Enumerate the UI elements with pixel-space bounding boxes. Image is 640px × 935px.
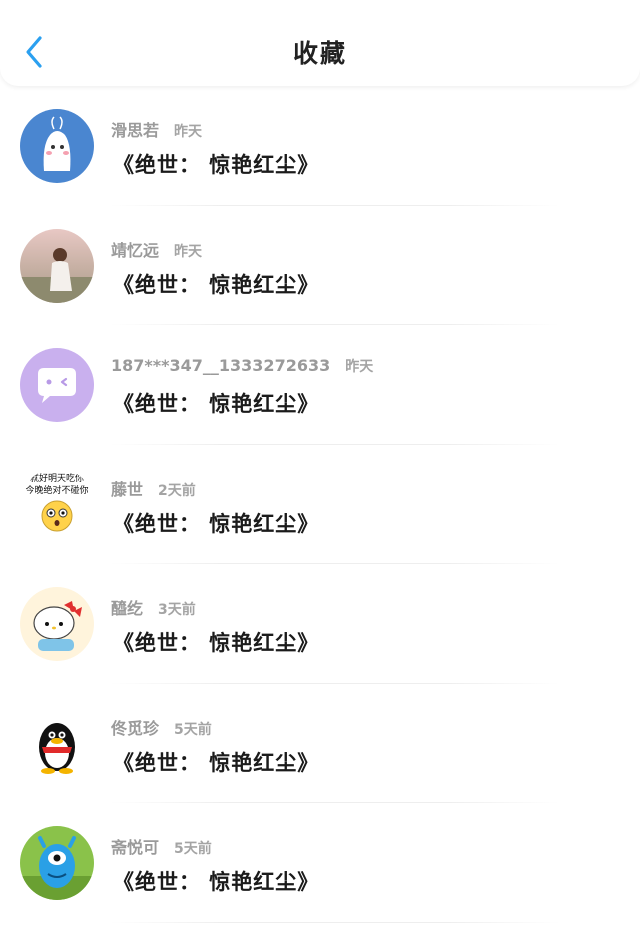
list-item[interactable]: 就好明天吃你 今晚绝对不碰你 藤世 2天前 《绝世： 惊艳红尘》 [0,445,640,564]
work-title[interactable]: 《绝世： 惊艳红尘》 [113,508,319,538]
page-title: 收藏 [292,39,347,68]
avatar[interactable] [20,587,94,661]
penguin-avatar [20,706,94,781]
avatar[interactable]: 就好明天吃你 今晚绝对不碰你 [20,467,94,542]
item-meta: 斋悦可 5天前 [111,834,212,858]
meme-emoji-avatar: 就好明天吃你 今晚绝对不碰你 [20,467,94,542]
list-item[interactable]: 靖忆远 昨天 《绝世： 惊艳红尘》 [0,206,640,325]
avatar[interactable] [20,348,94,422]
blue-monster-avatar [20,826,94,900]
chat-bubble-avatar [20,348,94,422]
timestamp: 3天前 [158,602,196,618]
user-name[interactable]: 斋悦可 [111,838,159,857]
list-item[interactable]: 醯纥 3天前 《绝世： 惊艳红尘》 [0,564,640,684]
user-name[interactable]: 靖忆远 [111,241,159,260]
hello-kitty-avatar [20,587,94,661]
work-title[interactable]: 《绝世： 惊艳红尘》 [113,627,319,657]
timestamp: 5天前 [174,721,212,738]
item-meta: 187***347__1333272633 昨天 [111,356,373,376]
list-item[interactable]: 187***347__1333272633 昨天 《绝世： 惊艳红尘》 [0,325,640,445]
top-bar: 收藏 [0,0,640,86]
timestamp: 昨天 [174,243,203,260]
item-meta: 佟觅珍 5天前 [111,715,212,739]
avatar[interactable] [20,109,94,183]
work-title[interactable]: 《绝世： 惊艳红尘》 [113,866,319,896]
girl-photo-avatar [20,228,94,303]
divider [110,921,560,923]
avatar[interactable] [20,706,94,781]
item-meta: 醯纥 3天前 [111,595,196,619]
favorites-list: 滑思若 昨天 《绝世： 惊艳红尘》 靖忆远 昨天 《绝世： 惊艳红尘》 187*… [0,86,640,923]
work-title[interactable]: 《绝世： 惊艳红尘》 [113,747,319,777]
item-meta: 靖忆远 昨天 [111,237,202,261]
timestamp: 5天前 [174,841,212,857]
item-meta: 藤世 2天前 [111,476,196,500]
cartoon-ghost-avatar [20,109,94,183]
timestamp: 昨天 [345,359,374,375]
avatar[interactable] [20,826,94,900]
timestamp: 昨天 [174,124,203,140]
meme-caption-line2: 今晚绝对不碰你 [25,484,88,496]
user-name[interactable]: 佟觅珍 [111,719,159,738]
list-item[interactable]: 滑思若 昨天 《绝世： 惊艳红尘》 [0,86,640,206]
work-title[interactable]: 《绝世： 惊艳红尘》 [113,269,319,299]
work-title[interactable]: 《绝世： 惊艳红尘》 [113,149,319,179]
user-name[interactable]: 187***347__1333272633 [111,356,330,375]
user-name[interactable]: 藤世 [111,480,143,499]
work-title[interactable]: 《绝世： 惊艳红尘》 [113,388,319,418]
user-name[interactable]: 滑思若 [111,121,159,140]
list-item[interactable]: 佟觅珍 5天前 《绝世： 惊艳红尘》 [0,684,640,803]
user-name[interactable]: 醯纥 [111,599,143,618]
item-meta: 滑思若 昨天 [111,117,202,141]
meme-caption-line1: 就好明天吃你 [30,472,84,484]
avatar[interactable] [20,228,94,303]
timestamp: 2天前 [158,482,196,499]
list-item[interactable]: 斋悦可 5天前 《绝世： 惊艳红尘》 [0,803,640,923]
